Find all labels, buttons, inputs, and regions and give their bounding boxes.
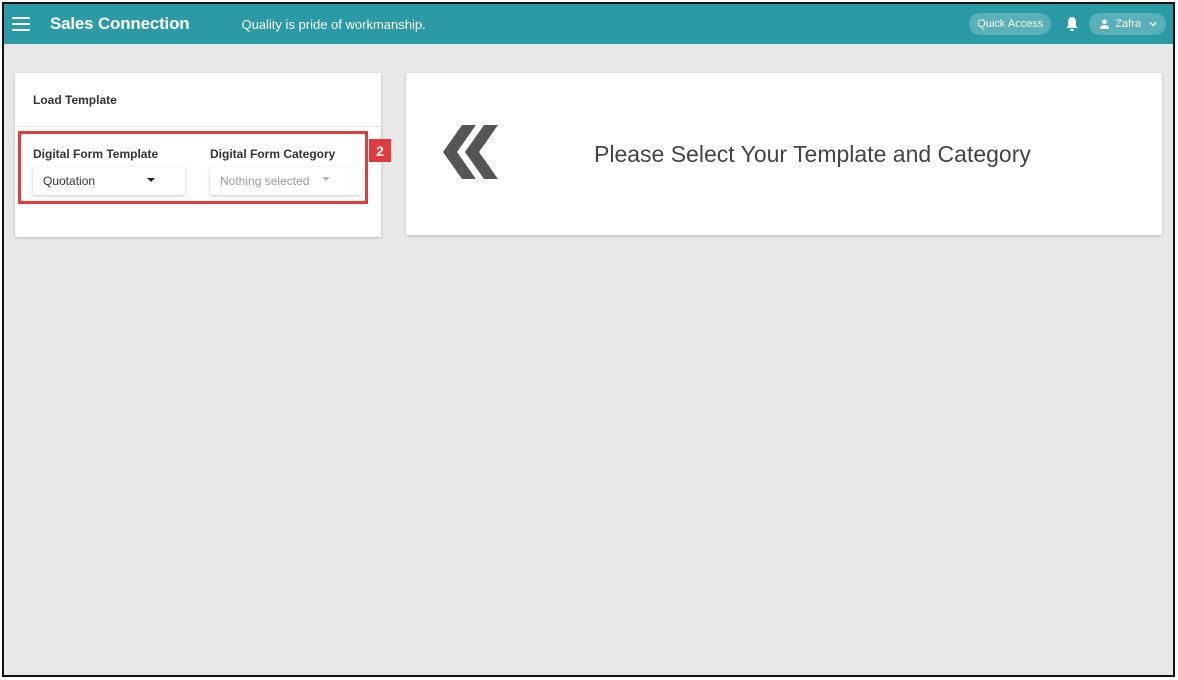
category-select[interactable]: Nothing selected — [210, 167, 362, 195]
user-name: Zafra — [1115, 18, 1141, 30]
hamburger-menu-icon[interactable] — [12, 17, 30, 31]
user-menu-button[interactable]: Zafra — [1089, 13, 1166, 35]
selection-prompt-card: Please Select Your Template and Category — [406, 73, 1162, 235]
caret-down-icon — [147, 178, 155, 182]
chevron-down-icon — [1149, 21, 1157, 27]
load-template-card: Load Template Digital Form Template Quot… — [15, 73, 381, 237]
caret-down-icon — [322, 177, 330, 181]
select-template-prompt: Please Select Your Template and Category — [594, 141, 1031, 167]
annotation-step-badge: 2 — [369, 139, 391, 162]
app-title[interactable]: Sales Connection — [50, 14, 190, 34]
app-window: Sales Connection Quality is pride of wor… — [2, 2, 1175, 677]
quick-access-label: Quick Access — [977, 18, 1044, 30]
double-chevron-left-icon — [443, 125, 498, 179]
user-icon — [1100, 19, 1110, 29]
load-template-title: Load Template — [15, 73, 381, 127]
template-select[interactable]: Quotation — [33, 167, 185, 195]
quick-access-button[interactable]: Quick Access — [969, 13, 1052, 35]
category-select-placeholder: Nothing selected — [220, 174, 310, 188]
template-field: Digital Form Template Quotation — [33, 147, 185, 195]
app-tagline: Quality is pride of workmanship. — [241, 16, 426, 32]
category-field-label: Digital Form Category — [210, 147, 336, 161]
bell-icon[interactable] — [1065, 16, 1079, 32]
topbar-actions: Quick Access Zafra — [969, 13, 1166, 35]
top-navbar: Sales Connection Quality is pride of wor… — [4, 4, 1173, 44]
template-field-label: Digital Form Template — [33, 147, 159, 161]
template-select-value: Quotation — [43, 174, 96, 188]
category-field: Digital Form Category Nothing selected — [210, 147, 362, 195]
